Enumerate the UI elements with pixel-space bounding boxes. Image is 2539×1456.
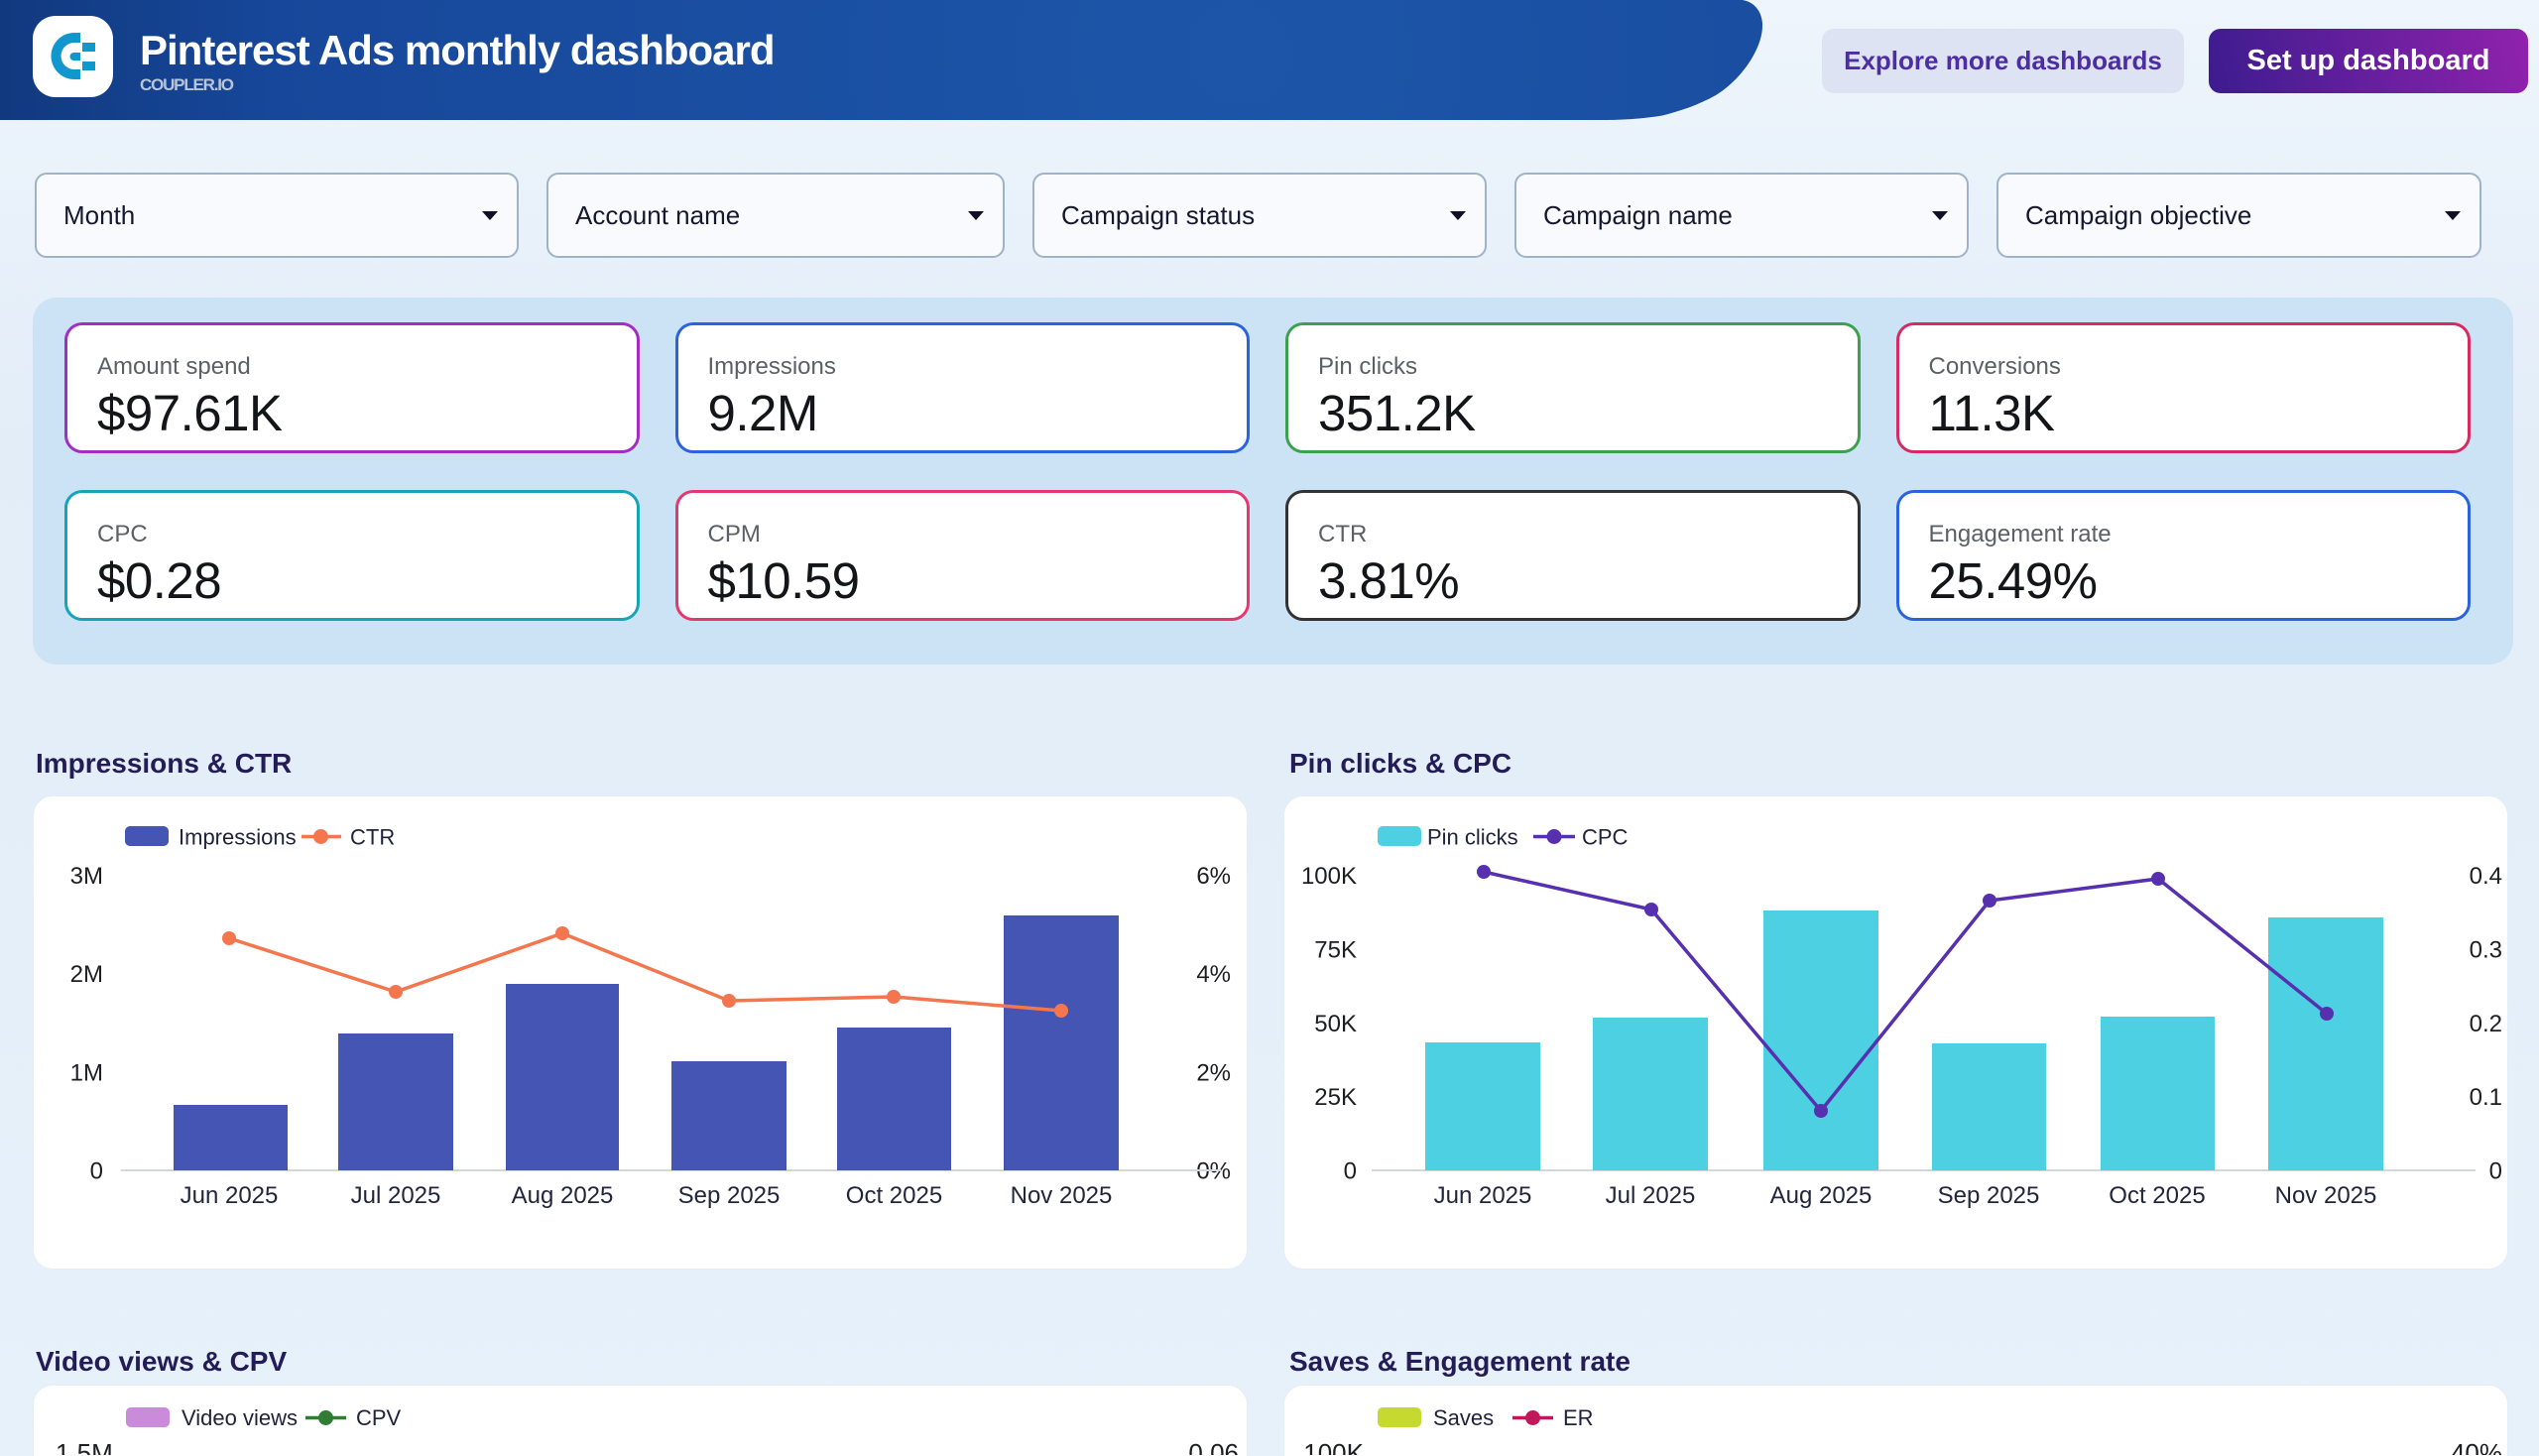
- svg-text:0: 0: [2489, 1158, 2502, 1185]
- svg-text:2M: 2M: [70, 961, 103, 988]
- svg-text:0.1: 0.1: [2470, 1084, 2502, 1111]
- svg-text:ER: ER: [1563, 1405, 1594, 1430]
- svg-text:Aug 2025: Aug 2025: [512, 1182, 614, 1209]
- svg-text:Jul 2025: Jul 2025: [1606, 1182, 1696, 1209]
- svg-text:Oct 2025: Oct 2025: [846, 1182, 942, 1209]
- svg-text:Sep 2025: Sep 2025: [678, 1182, 781, 1209]
- svg-text:0: 0: [90, 1158, 103, 1185]
- svg-text:0.4: 0.4: [2470, 863, 2502, 890]
- svg-text:0.2: 0.2: [2470, 1011, 2502, 1037]
- svg-text:3M: 3M: [70, 863, 103, 890]
- svg-text:Video views: Video views: [181, 1405, 298, 1430]
- svg-text:Jun 2025: Jun 2025: [1434, 1182, 1532, 1209]
- svg-text:0: 0: [1344, 1158, 1357, 1185]
- svg-text:Sep 2025: Sep 2025: [1938, 1182, 2040, 1209]
- svg-text:Pin clicks: Pin clicks: [1427, 825, 1518, 850]
- svg-text:4%: 4%: [1196, 961, 1231, 988]
- svg-text:40%: 40%: [2451, 1438, 2502, 1455]
- svg-text:Nov 2025: Nov 2025: [1011, 1182, 1113, 1209]
- svg-text:Aug 2025: Aug 2025: [1770, 1182, 1873, 1209]
- svg-text:CPV: CPV: [356, 1405, 402, 1430]
- svg-text:75K: 75K: [1314, 937, 1357, 964]
- svg-text:6%: 6%: [1196, 863, 1231, 890]
- svg-text:2%: 2%: [1196, 1060, 1231, 1087]
- svg-text:Jun 2025: Jun 2025: [181, 1182, 279, 1209]
- svg-text:100K: 100K: [1301, 863, 1357, 890]
- svg-text:Saves: Saves: [1433, 1405, 1494, 1430]
- svg-text:Nov 2025: Nov 2025: [2275, 1182, 2377, 1209]
- svg-text:Jul 2025: Jul 2025: [351, 1182, 441, 1209]
- svg-text:1.5M: 1.5M: [56, 1438, 113, 1455]
- svg-text:CPC: CPC: [1582, 825, 1629, 850]
- svg-text:0.3: 0.3: [2470, 937, 2502, 964]
- svg-text:CTR: CTR: [350, 825, 395, 850]
- svg-text:Oct 2025: Oct 2025: [2109, 1182, 2205, 1209]
- svg-text:1M: 1M: [70, 1060, 103, 1087]
- svg-text:50K: 50K: [1314, 1011, 1357, 1037]
- svg-text:100K: 100K: [1303, 1438, 1364, 1455]
- svg-text:Impressions: Impressions: [179, 825, 297, 850]
- svg-text:0.06: 0.06: [1188, 1438, 1239, 1455]
- svg-text:25K: 25K: [1314, 1084, 1357, 1111]
